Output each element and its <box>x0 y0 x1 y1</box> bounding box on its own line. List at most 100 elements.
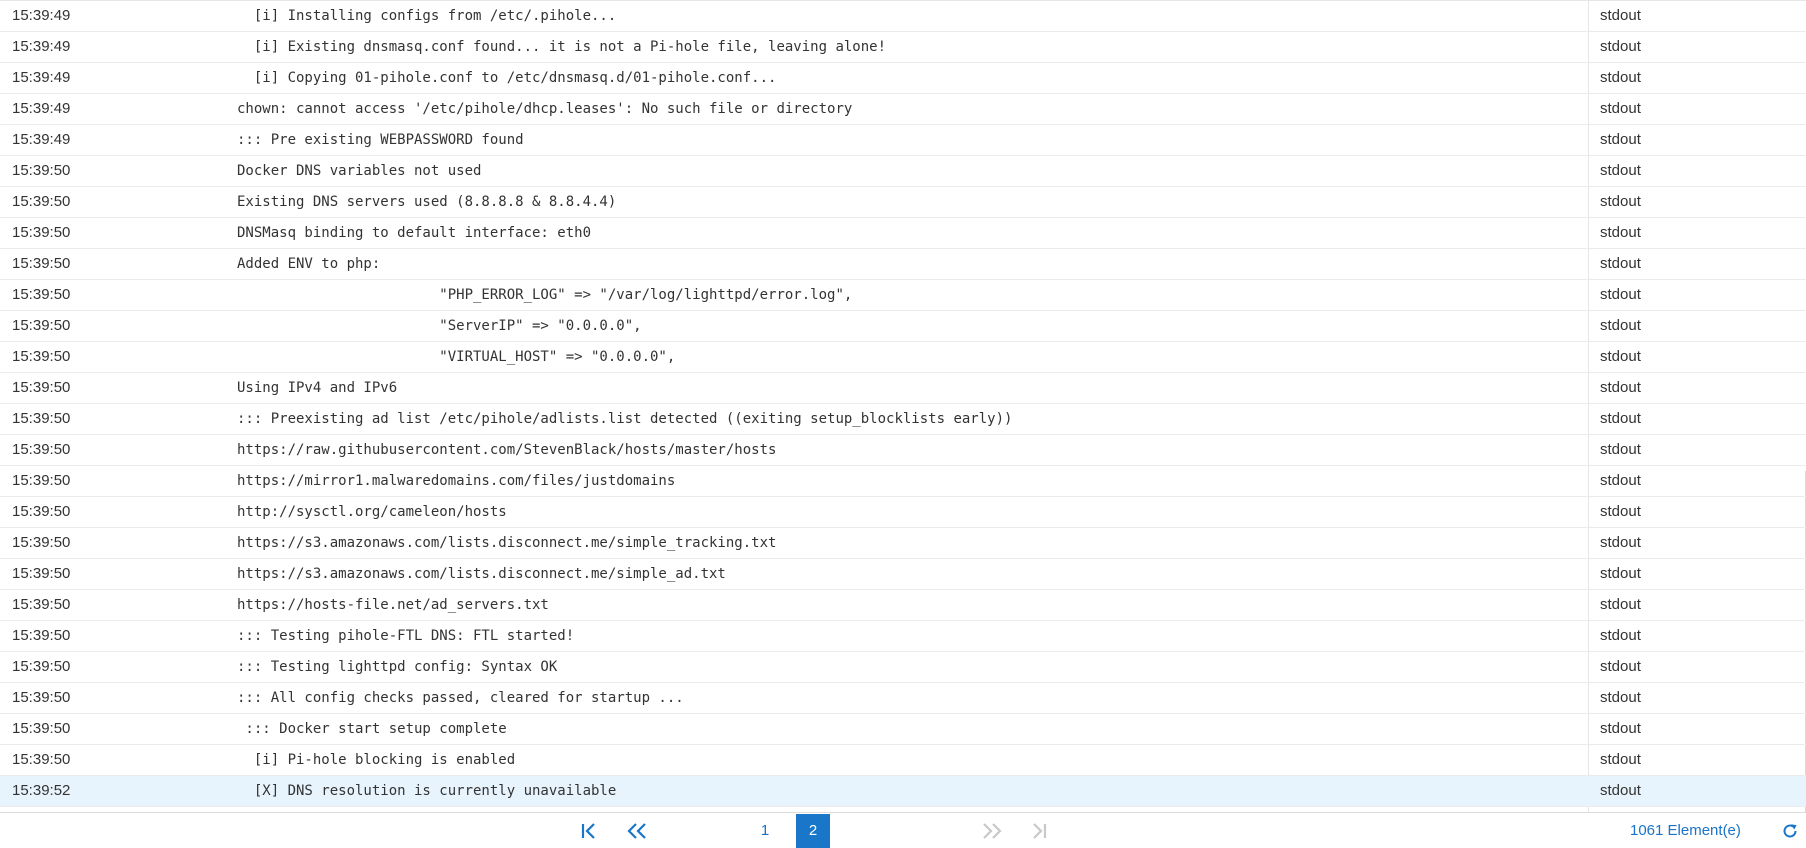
next-page-icon <box>975 813 1009 848</box>
log-row[interactable]: 15:39:50 https://hosts-file.net/ad_server… <box>0 590 1806 621</box>
log-row[interactable]: 15:39:50 http://sysctl.org/cameleon/hosts… <box>0 497 1806 528</box>
first-page-icon <box>574 813 604 848</box>
log-time: 15:39:50 <box>12 472 71 489</box>
log-time: 15:39:50 <box>12 224 71 241</box>
log-message: "ServerIP" => "0.0.0.0", <box>237 318 642 334</box>
log-time: 15:39:50 <box>12 317 71 334</box>
log-row[interactable]: 15:39:49 [i] Existing dnsmasq.conf found… <box>0 32 1806 63</box>
log-message: https://raw.githubusercontent.com/Steven… <box>237 442 777 458</box>
log-time: 15:39:50 <box>12 658 71 675</box>
log-row[interactable]: 15:39:50 [i] Pi-hole blocking is enabled… <box>0 745 1806 776</box>
log-time: 15:39:49 <box>12 69 71 86</box>
log-time: 15:39:50 <box>12 379 71 396</box>
log-stream-type: stdout <box>1600 503 1641 520</box>
log-stream-type: stdout <box>1600 565 1641 582</box>
log-stream-type: stdout <box>1600 596 1641 613</box>
previous-page-button[interactable] <box>620 813 654 848</box>
log-row[interactable]: 15:39:50::: All config checks passed, cl… <box>0 683 1806 714</box>
log-time: 15:39:50 <box>12 441 71 458</box>
log-row[interactable]: 15:39:50::: Testing lighttpd config: Syn… <box>0 652 1806 683</box>
log-row[interactable]: 15:39:50 Existing DNS servers used (8.8.8… <box>0 187 1806 218</box>
log-message: chown: cannot access '/etc/pihole/dhcp.l… <box>237 101 853 117</box>
log-message: https://s3.amazonaws.com/lists.disconnec… <box>237 535 777 551</box>
log-time: 15:39:50 <box>12 193 71 210</box>
log-stream-type: stdout <box>1600 193 1641 210</box>
log-stream-type: stdout <box>1600 410 1641 427</box>
log-message: Existing DNS servers used (8.8.8.8 & 8.8… <box>237 194 617 210</box>
log-stream-type: stdout <box>1600 224 1641 241</box>
log-row[interactable]: 15:39:50::: Preexisting ad list /etc/pih… <box>0 404 1806 435</box>
log-time: 15:39:50 <box>12 410 71 427</box>
log-message: http://sysctl.org/cameleon/hosts <box>237 504 507 520</box>
log-message: Using IPv4 and IPv6 <box>237 380 398 396</box>
log-time: 15:39:49 <box>12 7 71 24</box>
log-row[interactable]: 15:39:50 "VIRTUAL_HOST" => "0.0.0.0", std… <box>0 342 1806 373</box>
log-row[interactable]: 15:39:49 [i] Installing configs from /et… <box>0 1 1806 32</box>
log-stream-type: stdout <box>1600 720 1641 737</box>
log-row[interactable]: 15:39:50 https://s3.amazonaws.com/lists.d… <box>0 559 1806 590</box>
log-message: [i] Existing dnsmasq.conf found... it is… <box>237 39 887 55</box>
page-2-button[interactable]: 2 <box>796 814 830 848</box>
log-stream-type: stdout <box>1600 255 1641 272</box>
log-stream-type: stdout <box>1600 348 1641 365</box>
log-stream-type: stdout <box>1600 472 1641 489</box>
log-table: 15:39:49 [i] Installing configs from /et… <box>0 0 1806 813</box>
log-stream-type: stdout <box>1600 441 1641 458</box>
log-row[interactable]: 15:39:50 https://raw.githubusercontent.co… <box>0 435 1806 466</box>
log-message: Added ENV to php: <box>237 256 381 272</box>
log-row[interactable]: 15:39:50::: Testing pihole-FTL DNS: FTL … <box>0 621 1806 652</box>
next-page-button[interactable] <box>975 813 1009 848</box>
log-message: https://mirror1.malwaredomains.com/files… <box>237 473 676 489</box>
log-message: [i] Copying 01-pihole.conf to /etc/dnsma… <box>237 70 777 86</box>
first-page-button[interactable] <box>574 813 604 848</box>
log-stream-type: stdout <box>1600 131 1641 148</box>
log-time: 15:39:49 <box>12 131 71 148</box>
log-time: 15:39:50 <box>12 162 71 179</box>
log-message: ::: Testing lighttpd config: Syntax OK <box>237 659 558 675</box>
page-1-button[interactable]: 1 <box>748 814 782 848</box>
log-stream-type: stdout <box>1600 534 1641 551</box>
log-time: 15:39:50 <box>12 503 71 520</box>
log-row[interactable]: 15:39:50 "PHP_ERROR_LOG" => "/var/log/li… <box>0 280 1806 311</box>
log-row[interactable]: 15:39:49 chown: cannot access '/etc/pihol… <box>0 94 1806 125</box>
log-row[interactable]: 15:39:50 Docker DNS variables not used std… <box>0 156 1806 187</box>
element-count: 1061 Element(e) <box>1630 822 1741 839</box>
log-stream-type: stdout <box>1600 162 1641 179</box>
log-message: "PHP_ERROR_LOG" => "/var/log/lighttpd/er… <box>237 287 853 303</box>
log-time: 15:39:50 <box>12 689 71 706</box>
log-message: ::: Pre existing WEBPASSWORD found <box>237 132 524 148</box>
pagination-bar: 1 2 1061 Element(e) <box>0 812 1806 848</box>
log-row[interactable]: 15:39:50 DNSMasq binding to default inter… <box>0 218 1806 249</box>
log-row[interactable]: 15:39:49::: Pre existing WEBPASSWORD fou… <box>0 125 1806 156</box>
log-stream-type: stdout <box>1600 7 1641 24</box>
log-time: 15:39:52 <box>12 782 71 799</box>
log-row[interactable]: 15:39:52 [X] DNS resolution is currently… <box>0 776 1806 807</box>
log-stream-type: stdout <box>1600 627 1641 644</box>
log-time: 15:39:50 <box>12 751 71 768</box>
log-stream-type: stdout <box>1600 379 1641 396</box>
log-message: https://s3.amazonaws.com/lists.disconnec… <box>237 566 726 582</box>
log-time: 15:39:50 <box>12 534 71 551</box>
log-stream-type: stdout <box>1600 69 1641 86</box>
log-message: ::: Docker start setup complete <box>237 721 507 737</box>
log-stream-type: stdout <box>1600 38 1641 55</box>
log-row[interactable]: 15:39:50 https://s3.amazonaws.com/lists.d… <box>0 528 1806 559</box>
log-message: ::: All config checks passed, cleared fo… <box>237 690 684 706</box>
log-message: "VIRTUAL_HOST" => "0.0.0.0", <box>237 349 676 365</box>
log-message: [X] DNS resolution is currently unavaila… <box>237 783 617 799</box>
refresh-icon <box>1782 823 1802 839</box>
log-message: [i] Pi-hole blocking is enabled <box>237 752 516 768</box>
log-row[interactable]: 15:39:50 Added ENV to php: stdout <box>0 249 1806 280</box>
log-time: 15:39:50 <box>12 596 71 613</box>
last-page-button[interactable] <box>1024 813 1054 848</box>
log-time: 15:39:50 <box>12 255 71 272</box>
log-row[interactable]: 15:39:50 "ServerIP" => "0.0.0.0", stdout <box>0 311 1806 342</box>
log-row[interactable]: 15:39:50 Using IPv4 and IPv6 stdout <box>0 373 1806 404</box>
log-row[interactable]: 15:39:50 ::: Docker start setup complete… <box>0 714 1806 745</box>
log-time: 15:39:50 <box>12 627 71 644</box>
log-message: [i] Installing configs from /etc/.pihole… <box>237 8 617 24</box>
refresh-button[interactable] <box>1782 813 1802 848</box>
last-page-icon <box>1024 813 1054 848</box>
log-row[interactable]: 15:39:49 [i] Copying 01-pihole.conf to /… <box>0 63 1806 94</box>
log-row[interactable]: 15:39:50 https://mirror1.malwaredomains.c… <box>0 466 1806 497</box>
